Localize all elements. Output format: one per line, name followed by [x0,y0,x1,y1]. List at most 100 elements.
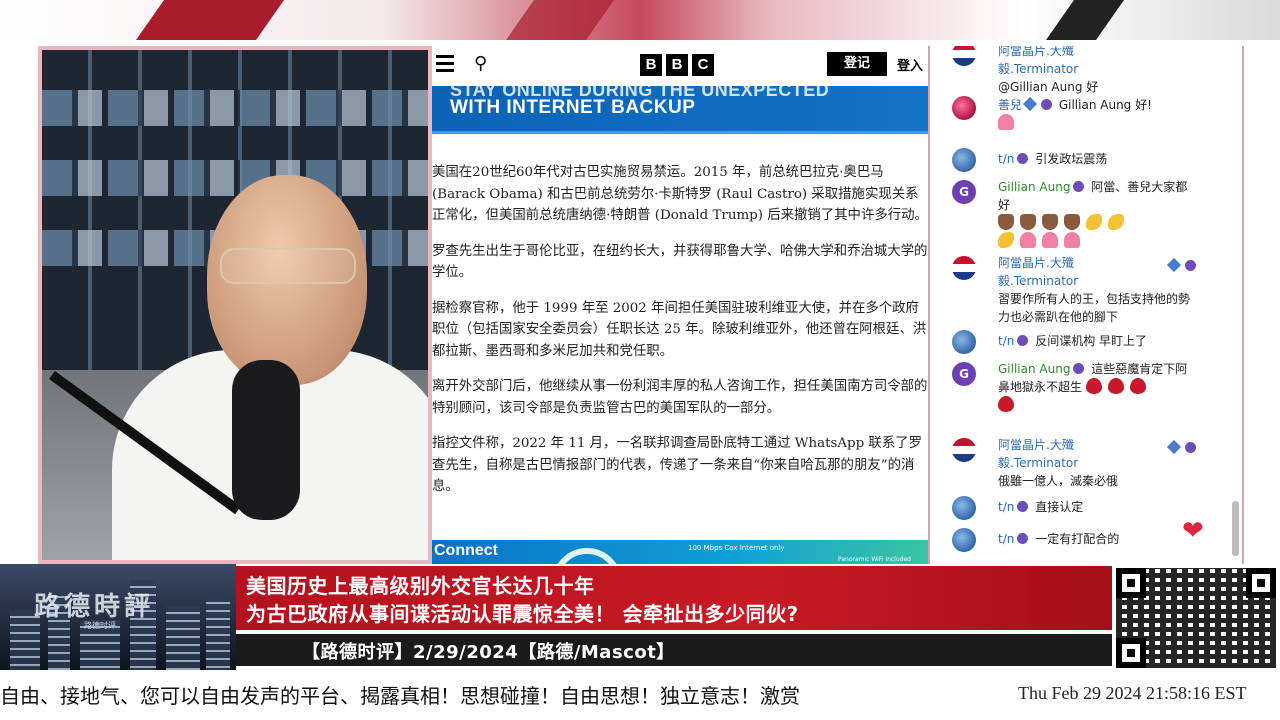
pray-emoji-icon [998,214,1014,230]
bbc-logo-letter: B [640,54,662,76]
ad-banner-bottom[interactable]: Connect 100 Mbps Cox Internet only Panor… [432,540,928,564]
chat-message: t/n 直接认定 [952,496,1196,520]
qr-finder [1116,568,1146,598]
tulip-emoji-icon [1064,232,1080,248]
chat-author[interactable]: 阿當晶片.大殲毅.Terminator [998,436,1108,472]
ticker-text: 自由、接地气、您可以自由发声的平台、揭露真相！思想碰撞！自由思想！独立意志！激赏 [0,684,800,708]
brand-subtitle: 路德时评 [84,621,116,630]
chat-author[interactable]: Gillian Aung [998,180,1070,194]
muscle-emoji-icon [1086,214,1102,230]
member-badge-icon [1073,363,1085,374]
top-decor-strip [0,0,1280,40]
tulip-emoji-icon [1020,232,1036,248]
article-paragraph: 罗查先生出生于哥伦比亚，在纽约长大，并获得耶鲁大学、哈佛大学和乔治城大学的学位。 [432,243,928,281]
chat-author[interactable]: 善兒 [998,98,1022,112]
user-avatar[interactable] [952,528,976,552]
wrench-icon [1022,96,1038,112]
ad-connect-text: Connect [434,542,498,559]
muscle-emoji-icon [1108,214,1124,230]
chat-message: t/n 引发政坛震荡 [952,148,1196,172]
ad-line: WITH INTERNET BACKUP [450,97,696,118]
menu-icon[interactable] [436,55,454,72]
brand-title: 路德時評 [34,592,155,622]
user-avatar[interactable] [952,438,976,462]
user-avatar[interactable] [952,256,976,280]
building [166,606,200,670]
chat-message: 阿當晶片.大殲毅.Terminator @Gillian Aung 好 [952,46,1196,96]
ad-circle-graphic [552,548,622,564]
user-avatar[interactable]: G [952,180,976,204]
program-title: 【路德时评】2/29/2024【路德/Mascot】 [302,642,675,663]
host-video [38,46,432,564]
chat-author[interactable]: t/n [998,152,1014,166]
clock-readout: Thu Feb 29 2024 21:58:16 EST [1018,683,1247,703]
lower-third: 路德時評 路德时评 美国历史上最高级别外交官长达几十年 为古巴政府从事间谍活动认… [0,564,1280,676]
chat-text: Gillian Aung 好! [1058,98,1152,112]
search-icon[interactable]: ⚲ [474,53,487,74]
bbc-nav-bar: ⚲ B B C 登记 登入 [432,46,928,86]
member-badge-icon [1185,442,1196,453]
bbc-logo-letter: C [692,54,714,76]
monitor-row [42,90,428,126]
chat-message: t/n 反间谍机构 早盯上了 [952,330,1196,354]
headline-line: 美国历史上最高级别外交官长达几十年 [246,574,595,598]
chat-message: 阿當晶片.大殲毅.Terminator 俄雖一億人，滅秦必俄 [952,436,1196,490]
register-button[interactable]: 登记 [827,52,887,76]
blood-drop-emoji-icon [1085,378,1102,394]
chat-author[interactable]: t/n [998,334,1014,348]
user-avatar[interactable] [952,496,976,520]
member-badge-icon [1017,153,1029,164]
chat-text: 引发政坛震荡 [1035,152,1108,166]
user-avatar[interactable] [952,148,976,172]
decor-shard [135,0,285,40]
headline-banner: 美国历史上最高级别外交官长达几十年 为古巴政府从事间谍活动认罪震惊全美！ 会牵扯… [236,566,1112,630]
chat-message: 阿當晶片.大殲毅.Terminator 習要作所有人的王，包括支持他的勢力也必需… [952,254,1196,326]
chat-author[interactable]: t/n [998,532,1014,546]
headline-line: 为古巴政府从事间谍活动认罪震惊全美！ 会牵扯出多少同伙? [246,602,799,626]
member-badge-icon [1073,181,1085,192]
chat-text: 俄雖一億人，滅秦必俄 [998,474,1119,488]
blood-drop-emoji-icon [1129,378,1146,394]
bbc-logo-letter: B [666,54,688,76]
chat-scrollbar[interactable] [1232,501,1239,556]
chat-author[interactable]: t/n [998,500,1014,514]
bbc-article-panel: ⚲ B B C 登记 登入 STAY ONLINE DURING THE UNE… [432,46,930,564]
host-glasses [220,248,356,284]
member-badge-icon [1041,99,1053,110]
user-avatar[interactable] [952,96,976,120]
chat-author[interactable]: Gillian Aung [998,362,1070,376]
qr-code[interactable] [1114,566,1278,670]
decor-shard [1045,0,1125,40]
article-paragraph: 离开外交部门后，他继续从事一份利润丰厚的私人咨询工作，担任美国南方司令部的特别顾… [432,379,928,416]
program-bar: 【路德时评】2/29/2024【路德/Mascot】 [236,634,1112,666]
ad-speed-text: 100 Mbps Cox Internet only [688,544,785,552]
building [206,596,230,670]
ad-banner-top[interactable]: STAY ONLINE DURING THE UNEXPECTED WITH I… [432,86,928,134]
user-avatar[interactable]: G [952,362,976,386]
heart-reaction-icon[interactable]: ❤ [1182,516,1204,546]
member-badge-icon [1017,533,1029,544]
member-badge-icon [1185,260,1196,271]
blood-drop-emoji-icon [1107,378,1124,394]
tulip-emoji-icon [1042,232,1058,248]
chat-text: 直接认定 [1035,500,1084,514]
article-body: 美国在20世纪60年代对古巴实施贸易禁运。2015 年，前总统巴拉克·奥巴马 (… [432,162,928,512]
chat-message: G Gillian Aung 阿當、善兒大家都好 [952,178,1196,250]
chat-message: t/n 一定有打配合的 [952,528,1196,552]
qr-finder [1246,568,1276,598]
bbc-logo[interactable]: B B C [640,54,714,76]
member-badge-icon [1017,335,1029,346]
live-chat-panel[interactable]: 阿當晶片.大殲毅.Terminator @Gillian Aung 好 善兒 G… [930,46,1244,564]
member-badge-icon [1017,501,1029,512]
chat-message: 善兒 Gillian Aung 好! [952,96,1196,132]
login-link[interactable]: 登入 [897,55,923,74]
pray-emoji-icon [1064,214,1080,230]
user-avatar[interactable] [952,330,976,354]
chat-text: 習要作所有人的王，包括支持他的勢力也必需趴在他的腳下 [998,292,1191,324]
ticker-bar: 自由、接地气、您可以自由发声的平台、揭露真相！思想碰撞！自由思想！独立意志！激赏… [0,676,1280,720]
article-paragraph: 据检察官称，他于 1999 年至 2002 年间担任美国驻玻利维亚大使，并在多个… [432,300,927,359]
stream-screen: ⚲ B B C 登记 登入 STAY ONLINE DURING THE UNE… [0,0,1280,720]
blood-drop-emoji-icon [998,396,1014,412]
chat-author[interactable]: 阿當晶片.大殲毅.Terminator [998,46,1108,78]
chat-author[interactable]: 阿當晶片.大殲毅.Terminator [998,254,1108,290]
